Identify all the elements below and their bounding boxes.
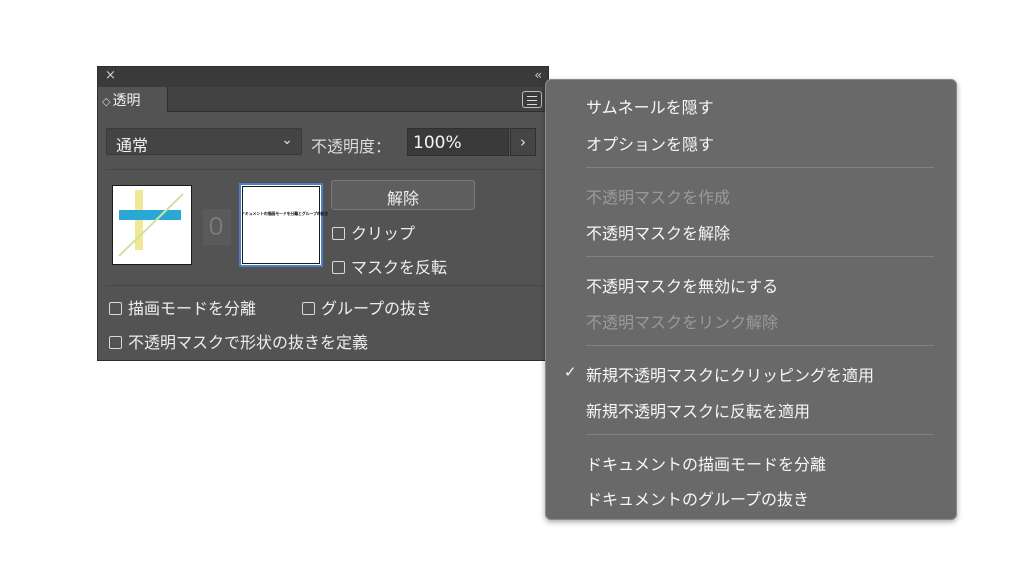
- opacity-label: 不透明度：: [311, 137, 392, 156]
- knockout-shape-checkbox[interactable]: 不透明マスクで形状の抜きを定義: [109, 329, 368, 353]
- transparency-panel: × ‹‹ ◇ 透明 通常 ⌄ 不透明度： 100% › ドキュメントの描画モードを…: [97, 66, 549, 361]
- menu-item-hide-thumbnails[interactable]: サムネールを隠す: [586, 94, 714, 118]
- panel-menu-icon[interactable]: [522, 91, 542, 108]
- menu-item-page-knockout-group[interactable]: ドキュメントのグループの抜き: [586, 486, 809, 510]
- blend-mode-value: 通常: [116, 136, 149, 155]
- menu-item-new-mask-invert[interactable]: 新規不透明マスクに反転を適用: [586, 398, 810, 422]
- clip-checkbox[interactable]: クリップ: [332, 220, 415, 244]
- menu-item-page-isolate-blending[interactable]: ドキュメントの描画モードを分離: [586, 451, 826, 475]
- artwork-preview-icon: [118, 190, 184, 257]
- menu-divider: [586, 345, 934, 346]
- checkmark-icon: ✓: [564, 363, 577, 381]
- tab-label: 透明: [112, 93, 141, 109]
- blend-mode-select[interactable]: 通常 ⌄: [106, 128, 302, 155]
- mask-link-icon[interactable]: [203, 209, 231, 245]
- knockout-shape-label: 不透明マスクで形状の抜きを定義: [128, 333, 369, 352]
- opacity-slider-button[interactable]: ›: [510, 128, 536, 156]
- artwork-thumbnail[interactable]: [112, 185, 192, 265]
- panel-flyout-menu: サムネールを隠す オプションを隠す 不透明マスクを作成 不透明マスクを解除 不透…: [545, 79, 957, 520]
- menu-divider: [586, 256, 934, 257]
- menu-divider: [586, 167, 934, 168]
- menu-item-hide-options[interactable]: オプションを隠す: [586, 131, 714, 155]
- divider: [106, 285, 542, 286]
- tab-transparency[interactable]: ◇ 透明: [98, 87, 168, 112]
- opacity-input[interactable]: 100%: [407, 128, 509, 156]
- isolate-blending-checkbox[interactable]: 描画モードを分離: [109, 295, 256, 319]
- menu-item-make-mask: 不透明マスクを作成: [586, 188, 731, 207]
- mask-thumbnail[interactable]: ドキュメントの描画モードを分離とグループの抜き: [239, 183, 329, 267]
- checkbox-box[interactable]: [109, 302, 122, 315]
- divider: [106, 169, 542, 170]
- knockout-group-label: グループの抜き: [321, 299, 433, 318]
- menu-item-unlink-mask: 不透明マスクをリンク解除: [586, 313, 779, 332]
- invert-mask-label: マスクを反転: [351, 258, 448, 277]
- menu-item-new-mask-clip[interactable]: 新規不透明マスクにクリッピングを適用: [586, 362, 874, 386]
- mask-thumbnail-text: ドキュメントの描画モードを分離とグループの抜き: [241, 211, 329, 216]
- tab-toggle-icon: ◇: [102, 95, 111, 108]
- panel-titlebar: × ‹‹: [98, 67, 548, 87]
- checkbox-box[interactable]: [332, 261, 345, 274]
- release-button[interactable]: 解除: [331, 180, 475, 210]
- invert-mask-checkbox[interactable]: マスクを反転: [332, 254, 447, 278]
- clip-label: クリップ: [351, 224, 416, 243]
- panel-tab-row: ◇ 透明: [98, 87, 548, 112]
- checkbox-box[interactable]: [109, 336, 122, 349]
- menu-item-release-mask[interactable]: 不透明マスクを解除: [586, 220, 730, 244]
- isolate-blending-label: 描画モードを分離: [128, 299, 257, 318]
- checkbox-box[interactable]: [302, 302, 315, 315]
- checkbox-box[interactable]: [332, 227, 345, 240]
- chevron-down-icon: ⌄: [281, 132, 293, 148]
- menu-item-disable-mask[interactable]: 不透明マスクを無効にする: [586, 273, 778, 297]
- close-icon[interactable]: ×: [105, 68, 116, 83]
- menu-divider: [586, 434, 934, 435]
- collapse-icon[interactable]: ‹‹: [534, 68, 541, 82]
- knockout-group-checkbox[interactable]: グループの抜き: [302, 295, 432, 319]
